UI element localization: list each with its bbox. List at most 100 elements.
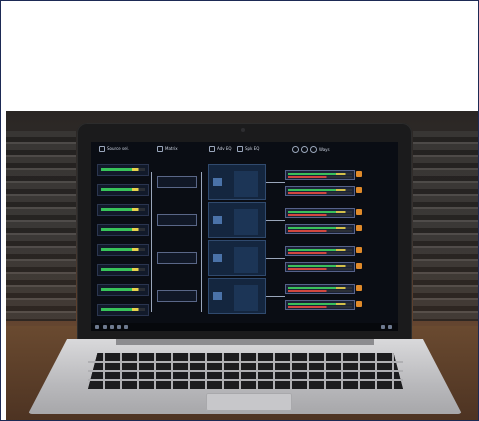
eq-block[interactable] (208, 240, 266, 276)
mute-button[interactable] (356, 225, 362, 231)
webcam-icon (241, 128, 245, 132)
eq-processor (234, 247, 258, 273)
section-spk-label: Spk EQ (245, 146, 260, 151)
speaker-output[interactable] (285, 224, 355, 234)
level-meter (101, 168, 145, 171)
tray-icon[interactable] (388, 325, 392, 329)
gain-meter (288, 252, 352, 254)
eq-block[interactable] (208, 164, 266, 200)
matrix-block[interactable] (157, 214, 197, 226)
source-channel[interactable] (97, 164, 149, 176)
keyboard-row-divider (88, 361, 403, 363)
matrix-icon (157, 146, 163, 152)
server-rack-left (6, 131, 76, 321)
connector (266, 258, 285, 259)
laptop-photo: Source sel. Matrix Adv EQ Spk EQ Ways (6, 111, 478, 420)
mute-button[interactable] (356, 263, 362, 269)
section-adv-label: Adv EQ (217, 146, 232, 151)
source-icon (99, 146, 105, 152)
connector (201, 172, 202, 312)
level-meter (101, 208, 145, 211)
way-3-icon (310, 146, 317, 153)
mute-button[interactable] (356, 285, 362, 291)
source-channel[interactable] (97, 184, 149, 196)
eq-block[interactable] (208, 202, 266, 238)
gain-meter (288, 290, 352, 292)
section-ways-label: Ways (319, 146, 330, 152)
start-icon[interactable] (95, 325, 99, 329)
mute-button[interactable] (356, 301, 362, 307)
matrix-block[interactable] (157, 290, 197, 302)
way-2-icon (301, 146, 308, 153)
app-header: Source sel. Matrix Adv EQ Spk EQ Ways (91, 142, 398, 164)
laptop-lid: Source sel. Matrix Adv EQ Spk EQ Ways (77, 123, 412, 340)
source-channel[interactable] (97, 204, 149, 216)
speaker-output[interactable] (285, 300, 355, 310)
server-rack-right (413, 131, 478, 321)
taskbar-app-icon[interactable] (117, 325, 121, 329)
connector (151, 172, 152, 312)
source-channel[interactable] (97, 284, 149, 296)
eq-processor (234, 209, 258, 235)
eq-input-icon (213, 216, 222, 224)
level-meter (288, 189, 352, 191)
eq-input-icon (213, 178, 222, 186)
speaker-eq-icon (237, 146, 243, 152)
section-spk-eq[interactable]: Spk EQ (237, 146, 259, 152)
section-matrix-label: Matrix (165, 146, 178, 151)
connector (266, 296, 285, 297)
gain-meter (288, 192, 352, 194)
source-channel[interactable] (97, 304, 149, 316)
level-meter (101, 288, 145, 291)
mute-button[interactable] (356, 247, 362, 253)
level-meter (101, 188, 145, 191)
image-frame: Source sel. Matrix Adv EQ Spk EQ Ways (0, 0, 479, 421)
laptop-hinge (116, 339, 374, 345)
source-panel (97, 164, 149, 322)
level-meter (101, 268, 145, 271)
source-channel[interactable] (97, 264, 149, 276)
touchpad (206, 393, 292, 411)
taskbar-app-icon[interactable] (124, 325, 128, 329)
section-source-label: Source sel. (107, 146, 129, 151)
connector (266, 220, 285, 221)
keyboard-row-divider (88, 379, 403, 381)
taskbar (91, 323, 398, 331)
source-channel[interactable] (97, 244, 149, 256)
speaker-output[interactable] (285, 208, 355, 218)
section-ways[interactable]: Ways (292, 146, 330, 153)
way-1-icon (292, 146, 299, 153)
level-meter (288, 287, 352, 289)
mute-button[interactable] (356, 187, 362, 193)
speaker-output[interactable] (285, 246, 355, 256)
level-meter (101, 308, 145, 311)
eq-processor (234, 285, 258, 311)
gain-meter (288, 230, 352, 232)
speaker-output[interactable] (285, 170, 355, 180)
matrix-block[interactable] (157, 252, 197, 264)
connector (266, 182, 285, 183)
level-meter (288, 303, 352, 305)
mute-button[interactable] (356, 171, 362, 177)
eq-input-icon (213, 254, 222, 262)
laptop-screen: Source sel. Matrix Adv EQ Spk EQ Ways (91, 142, 398, 331)
level-meter (288, 249, 352, 251)
eq-block[interactable] (208, 278, 266, 314)
section-matrix[interactable]: Matrix (157, 146, 178, 152)
source-channel[interactable] (97, 224, 149, 236)
speaker-output[interactable] (285, 262, 355, 272)
mute-button[interactable] (356, 209, 362, 215)
taskbar-app-icon[interactable] (110, 325, 114, 329)
speaker-output[interactable] (285, 284, 355, 294)
gain-meter (288, 176, 352, 178)
section-adv-eq[interactable]: Adv EQ (209, 146, 232, 152)
matrix-block[interactable] (157, 176, 197, 188)
section-source[interactable]: Source sel. (99, 146, 129, 152)
taskbar-app-icon[interactable] (103, 325, 107, 329)
keyboard-row-divider (88, 370, 403, 372)
tray-icon[interactable] (381, 325, 385, 329)
speaker-output[interactable] (285, 186, 355, 196)
gain-meter (288, 306, 352, 308)
gain-meter (288, 268, 352, 270)
eq-processor (234, 171, 258, 197)
